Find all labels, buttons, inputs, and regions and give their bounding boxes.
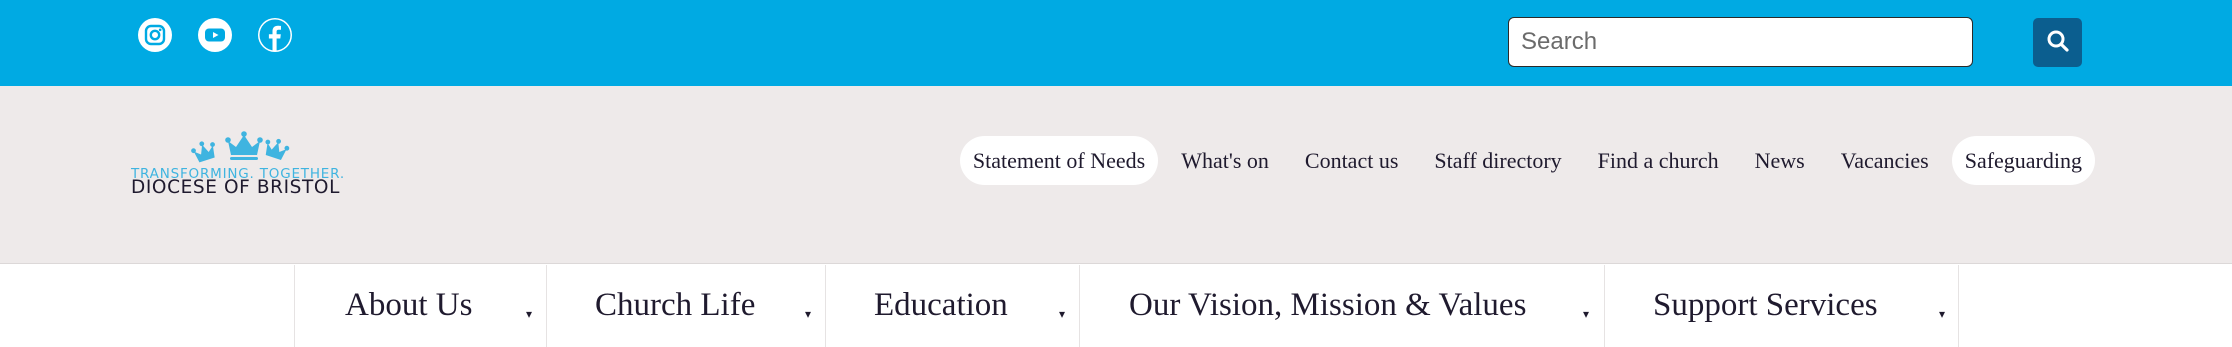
util-link-vacancies[interactable]: Vacancies [1828, 136, 1942, 185]
diocese-logo[interactable]: DIOCESE OF BRISTOL TRANSFORMING. TOGETHE… [131, 129, 363, 225]
util-link-news[interactable]: News [1742, 136, 1818, 185]
utility-nav: Statement of Needs What's on Contact us … [959, 136, 2095, 185]
main-nav-church-life[interactable]: Church Life ▾ [546, 265, 825, 347]
top-bar [0, 0, 2232, 86]
main-nav-vision-mission-values[interactable]: Our Vision, Mission & Values ▾ [1079, 265, 1604, 347]
site-header: DIOCESE OF BRISTOL TRANSFORMING. TOGETHE… [0, 86, 2232, 264]
main-nav-label: Support Services [1653, 287, 1878, 323]
search-input[interactable] [1508, 17, 1973, 67]
instagram-icon [144, 24, 166, 46]
logo-tagline: TRANSFORMING. TOGETHER. [131, 166, 345, 182]
util-link-staff-directory[interactable]: Staff directory [1421, 136, 1574, 185]
youtube-link[interactable] [198, 18, 232, 52]
util-link-find-a-church[interactable]: Find a church [1585, 136, 1732, 185]
search-button[interactable] [2033, 18, 2082, 67]
search-icon [2046, 29, 2070, 56]
main-nav: About Us ▾ Church Life ▾ Education ▾ Our… [294, 265, 1959, 347]
main-nav-label: Church Life [595, 287, 756, 323]
chevron-down-icon: ▾ [1059, 307, 1066, 321]
util-link-safeguarding[interactable]: Safeguarding [1951, 136, 2095, 185]
facebook-icon [258, 18, 292, 52]
facebook-link[interactable] [258, 18, 292, 52]
chevron-down-icon: ▾ [1583, 307, 1590, 321]
main-nav-about-us[interactable]: About Us ▾ [294, 265, 546, 347]
youtube-icon [204, 24, 226, 46]
main-nav-support-services[interactable]: Support Services ▾ [1604, 265, 1959, 347]
instagram-link[interactable] [138, 18, 172, 52]
util-link-contact-us[interactable]: Contact us [1292, 136, 1412, 185]
util-link-whats-on[interactable]: What's on [1168, 136, 1282, 185]
main-nav-education[interactable]: Education ▾ [825, 265, 1079, 347]
main-nav-label: About Us [345, 287, 473, 323]
chevron-down-icon: ▾ [805, 307, 812, 321]
chevron-down-icon: ▾ [526, 307, 533, 321]
main-nav-label: Education [874, 287, 1008, 323]
chevron-down-icon: ▾ [1939, 307, 1946, 321]
main-nav-label: Our Vision, Mission & Values [1129, 287, 1527, 323]
util-link-statement-of-needs[interactable]: Statement of Needs [959, 136, 1159, 185]
